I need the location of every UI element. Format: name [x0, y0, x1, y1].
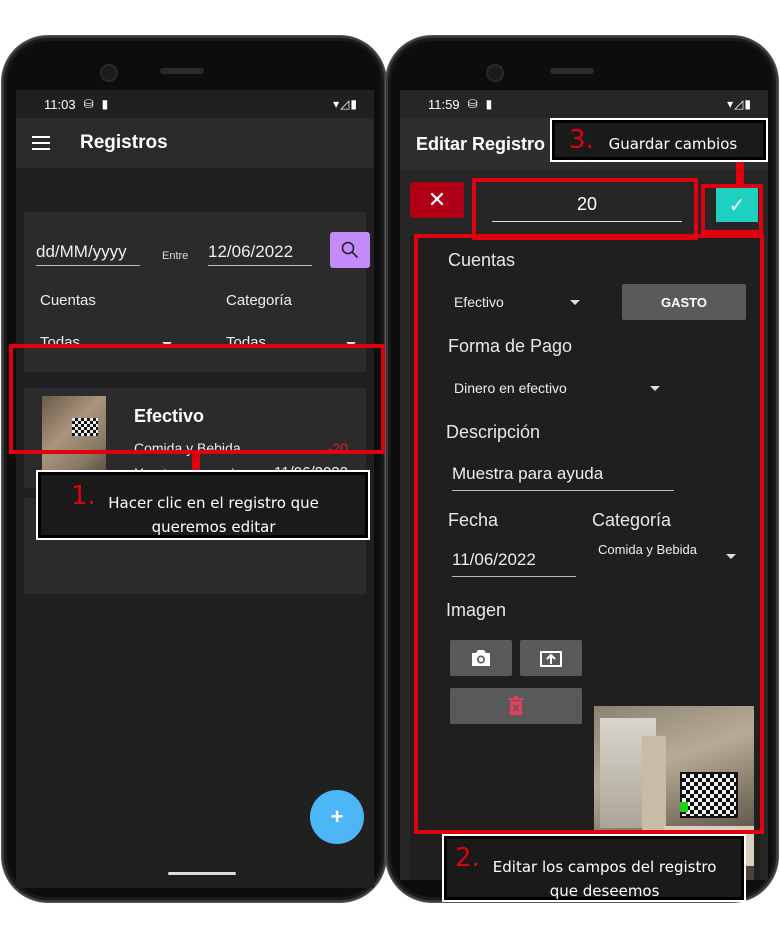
top-app-bar: Registros [16, 118, 374, 168]
home-indicator [168, 872, 236, 875]
annotation-record-box [9, 344, 385, 454]
page-title: Editar Registro [416, 133, 546, 154]
callout-text: Guardar cambios [608, 134, 738, 153]
callout-text: Hacer clic en el registro que queremos e… [108, 494, 319, 536]
page-title: Registros [80, 132, 168, 153]
callout-number: 2. [455, 843, 480, 873]
sd-card-icon: ▮ [485, 97, 493, 111]
front-camera [486, 64, 504, 82]
search-button[interactable] [330, 232, 370, 268]
annotation-amount-box [472, 178, 698, 240]
callout-number: 1. [71, 481, 96, 511]
cancel-button[interactable]: ✕ [410, 182, 464, 218]
front-camera [100, 64, 118, 82]
annotation-connector [736, 158, 744, 186]
sync-icon: ⛁ [467, 97, 478, 111]
categoria-label: Categoría [226, 292, 292, 309]
search-icon [341, 241, 359, 259]
callout-step-2: 2. Editar los campos del registro que de… [442, 834, 746, 902]
signal-battery-icon: ▾◿▮ [333, 97, 358, 111]
annotation-form-box [414, 234, 764, 834]
status-bar: 11:59 ⛁ ▮ ▾◿▮ [400, 90, 768, 118]
sd-card-icon: ▮ [101, 97, 109, 111]
status-time: 11:03 [44, 96, 76, 112]
hamburger-menu-icon[interactable] [32, 136, 50, 150]
close-icon: ✕ [427, 187, 447, 212]
annotation-save-box [701, 184, 763, 234]
annotation-connector [192, 454, 200, 474]
status-time: 11:59 [428, 96, 460, 112]
callout-step-1: 1. Hacer clic en el registro que queremo… [36, 470, 370, 540]
status-bar: 11:03 ⛁ ▮ ▾◿▮ [16, 90, 374, 118]
callout-text: Editar los campos del registro que desee… [492, 858, 717, 900]
speaker-grille [160, 68, 204, 74]
signal-battery-icon: ▾◿▮ [727, 97, 752, 111]
add-record-button[interactable]: + [310, 790, 364, 844]
date-from-field[interactable]: dd/MM/yyyy [36, 242, 140, 266]
callout-step-3: 3. Guardar cambios [550, 118, 768, 162]
callout-number: 3. [569, 125, 594, 155]
sync-icon: ⛁ [83, 97, 94, 111]
speaker-grille [550, 68, 594, 74]
cuentas-label: Cuentas [40, 292, 96, 309]
between-label: Entre [162, 250, 189, 262]
date-to-field[interactable]: 12/06/2022 [208, 242, 312, 266]
